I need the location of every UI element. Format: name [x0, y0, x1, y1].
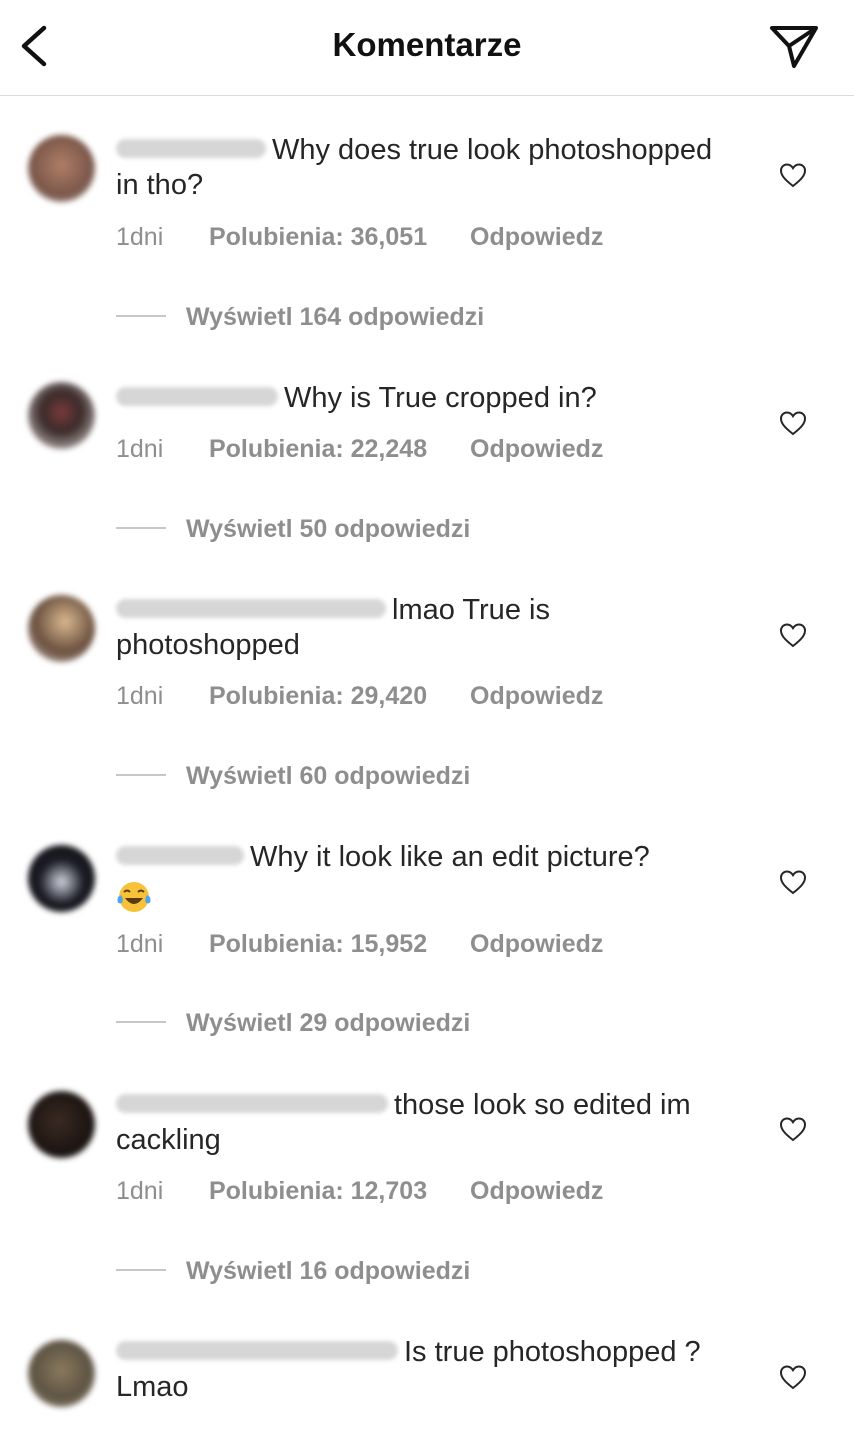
- avatar[interactable]: [28, 1091, 95, 1158]
- heart-icon[interactable]: [778, 620, 808, 650]
- avatar[interactable]: [28, 845, 95, 912]
- avatar[interactable]: [28, 135, 95, 202]
- likes-count[interactable]: Polubienia: 15,952: [209, 930, 427, 959]
- laughing-tears-emoji-icon: [117, 882, 151, 912]
- header-bar: Komentarze: [0, 0, 854, 96]
- heart-icon[interactable]: [778, 867, 808, 897]
- username-blurred[interactable]: [116, 386, 278, 406]
- view-replies-button[interactable]: Wyświetl 164 odpowiedzi: [116, 303, 484, 332]
- comment-time: 1dni: [116, 682, 164, 710]
- avatar[interactable]: [28, 382, 95, 449]
- heart-icon[interactable]: [778, 1362, 808, 1392]
- avatar[interactable]: [28, 1340, 95, 1407]
- view-replies-button[interactable]: Wyświetl 29 odpowiedzi: [116, 1009, 470, 1038]
- reply-line: [116, 527, 166, 530]
- username-blurred[interactable]: [116, 1093, 388, 1113]
- comment-time: 1dni: [116, 435, 164, 463]
- reply-button[interactable]: Odpowiedz: [470, 223, 603, 251]
- likes-count[interactable]: Polubienia: 22,248: [209, 435, 427, 464]
- likes-count[interactable]: Polubienia: 29,420: [209, 682, 427, 711]
- username-blurred[interactable]: [116, 1340, 398, 1360]
- comment-text: Why it look like an edit picture?: [116, 840, 736, 915]
- reply-line: [116, 774, 166, 777]
- username-blurred[interactable]: [116, 138, 266, 158]
- heart-icon[interactable]: [778, 160, 808, 190]
- likes-count[interactable]: Polubienia: 36,051: [209, 223, 427, 252]
- page-title: Komentarze: [332, 26, 522, 63]
- avatar[interactable]: [28, 595, 95, 662]
- reply-line: [116, 1021, 166, 1024]
- view-replies-button[interactable]: Wyświetl 16 odpowiedzi: [116, 1257, 470, 1286]
- comment-time: 1dni: [116, 223, 164, 251]
- view-replies-button[interactable]: Wyświetl 60 odpowiedzi: [116, 762, 470, 791]
- reply-button[interactable]: Odpowiedz: [470, 930, 603, 958]
- reply-line: [116, 315, 166, 318]
- comment-meta: 1dni Polubienia: 29,420 Odpowiedz: [116, 682, 603, 711]
- comment-text: lmao True is photoshopped: [116, 594, 550, 661]
- reply-button[interactable]: Odpowiedz: [470, 1177, 603, 1205]
- comment-meta: 1dni Polubienia: 12,703 Odpowiedz: [116, 1177, 603, 1206]
- comment-meta: 1dni Polubienia: 15,952 Odpowiedz: [116, 930, 603, 959]
- comment-time: 1dni: [116, 1177, 164, 1205]
- comment-text: Is true photoshopped ? Lmao: [116, 1336, 701, 1403]
- view-replies-button[interactable]: Wyświetl 50 odpowiedzi: [116, 515, 470, 544]
- likes-count[interactable]: Polubienia: 12,703: [209, 1177, 427, 1206]
- username-blurred[interactable]: [116, 845, 244, 865]
- heart-icon[interactable]: [778, 1114, 808, 1144]
- reply-button[interactable]: Odpowiedz: [470, 682, 603, 710]
- reply-line: [116, 1269, 166, 1272]
- comment-meta: 1dni Polubienia: 36,051 Odpowiedz: [116, 223, 603, 252]
- comment-text: Why does true look photoshopped in tho?: [116, 134, 713, 201]
- comment-time: 1dni: [116, 930, 164, 958]
- username-blurred[interactable]: [116, 598, 386, 618]
- comment-text: those look so edited im cackling: [116, 1089, 691, 1156]
- comment-meta: 1dni Polubienia: 22,248 Odpowiedz: [116, 435, 603, 464]
- heart-icon[interactable]: [778, 408, 808, 438]
- paper-plane-icon[interactable]: [768, 22, 820, 70]
- reply-button[interactable]: Odpowiedz: [470, 435, 603, 463]
- comment-text: Why is True cropped in?: [116, 381, 736, 416]
